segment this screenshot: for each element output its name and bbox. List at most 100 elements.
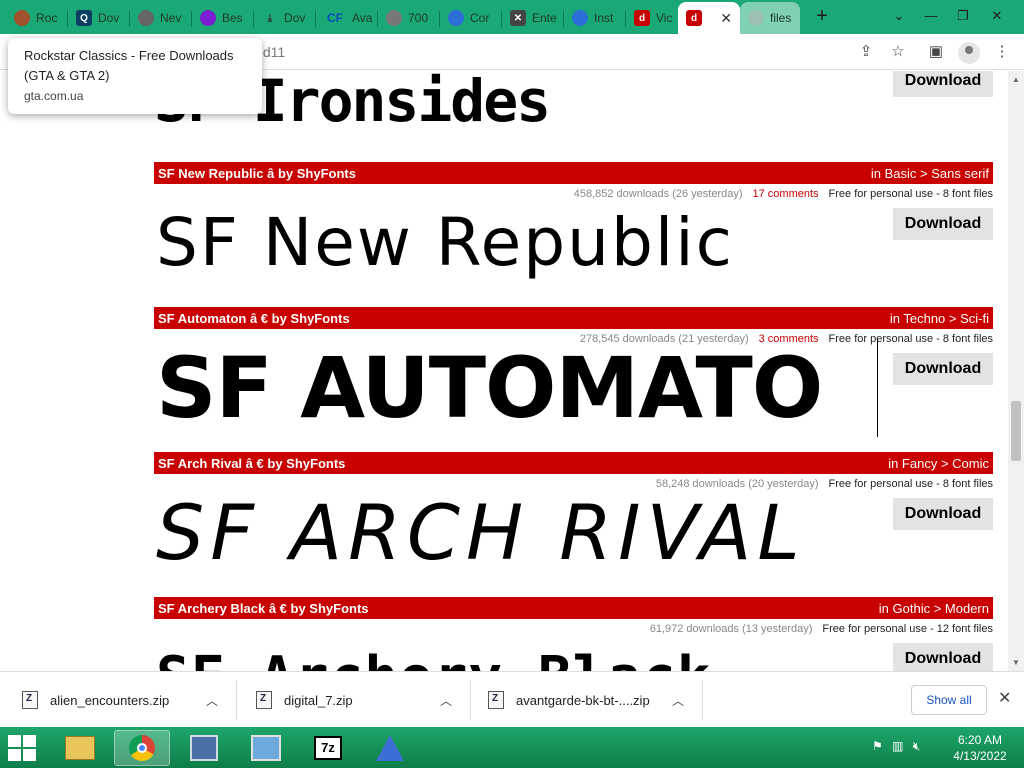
font-header-bar: SF Archery Black â € by ShyFonts in Goth… — [154, 597, 993, 619]
download-filename: avantgarde-bk-bt-....zip — [516, 692, 650, 708]
tab-bes[interactable]: Bes — [192, 2, 254, 34]
scroll-up-icon[interactable]: ▲ — [1012, 75, 1020, 84]
download-filename: digital_7.zip — [284, 692, 353, 708]
download-filename: alien_encounters.zip — [50, 692, 170, 708]
scroll-thumb[interactable] — [1011, 401, 1021, 461]
tab-dov[interactable]: Q Dov — [68, 2, 130, 34]
chrome-taskbar-icon[interactable] — [114, 730, 170, 766]
font-category-link[interactable]: in Techno > Sci-fi — [890, 311, 989, 326]
font-category-link[interactable]: in Fancy > Comic — [888, 456, 989, 471]
font-badges: â € — [245, 455, 264, 471]
tab-inst[interactable]: Inst — [564, 2, 626, 34]
font-author-link[interactable]: by ShyFonts — [272, 311, 350, 326]
download-item[interactable]: digital_7.zip ︿ — [256, 672, 466, 728]
font-header-bar: SF Automaton â € by ShyFonts in Techno >… — [154, 307, 993, 329]
tab-label: Nev — [160, 11, 182, 25]
font-header-bar: SF Arch Rival â € by ShyFonts in Fancy >… — [154, 452, 993, 474]
download-button[interactable]: Download — [893, 353, 993, 385]
7zip-taskbar-icon[interactable]: 7z — [300, 730, 356, 766]
font-name-link[interactable]: SF New Republic — [158, 166, 263, 181]
globe-icon — [386, 10, 402, 26]
loading-icon — [748, 10, 764, 26]
download-icon: ⤓ — [267, 12, 273, 24]
new-tab-button[interactable]: + — [810, 6, 834, 28]
download-button[interactable]: Download — [893, 71, 993, 97]
page-content: SF Ironsides Download SF New Republic â … — [0, 71, 1008, 671]
profile-avatar-icon[interactable] — [958, 42, 980, 64]
tab-label: Ente — [532, 11, 557, 25]
font-meta: 458,852 downloads (26 yesterday) 17 comm… — [154, 184, 993, 204]
chevron-up-icon[interactable]: ︿ — [440, 692, 452, 709]
app-taskbar-icon[interactable] — [362, 730, 418, 766]
minimize-button[interactable]: — — [916, 4, 946, 28]
chevron-up-icon[interactable]: ︿ — [672, 692, 684, 709]
font-name-link[interactable]: SF Archery Black — [158, 601, 265, 616]
close-downloads-bar-icon[interactable]: ✕ — [998, 688, 1011, 708]
network-icon[interactable]: ▥ — [892, 739, 903, 753]
tab-700[interactable]: 700 — [378, 2, 440, 34]
zip-file-icon — [256, 691, 272, 709]
x-box-icon: ✕ — [510, 10, 526, 26]
comments-link[interactable]: 17 comments — [753, 188, 819, 200]
show-all-button[interactable]: Show all — [911, 685, 987, 715]
close-tab-icon[interactable]: ✕ — [720, 10, 732, 27]
search-icon: Q — [76, 10, 92, 26]
font-author-link[interactable]: by ShyFonts — [291, 601, 369, 616]
font-badges: â € — [268, 600, 287, 616]
start-button[interactable] — [6, 733, 38, 763]
font-entry: SF Arch Rival â € by ShyFonts in Fancy >… — [154, 452, 993, 592]
share-icon[interactable]: ⇪ — [856, 42, 876, 62]
tab-ente[interactable]: ✕ Ente — [502, 2, 564, 34]
font-preview[interactable]: SF ARCH RIVAL — [156, 488, 806, 577]
download-item[interactable]: alien_encounters.zip ︿ — [22, 672, 232, 728]
taskbar-clock[interactable]: 6:20 AM 4/13/2022 — [950, 732, 1010, 764]
system-tray: ⚑ ▥ 🔇︎ — [872, 739, 920, 754]
chevron-up-icon[interactable]: ︿ — [206, 692, 218, 709]
tab-cor[interactable]: Cor — [440, 2, 502, 34]
font-preview[interactable]: SF New Republic — [156, 204, 734, 281]
tab-active[interactable]: d ✕ — [678, 2, 740, 34]
bird-icon — [572, 10, 588, 26]
file-explorer-taskbar-icon[interactable] — [52, 730, 108, 766]
volume-icon[interactable]: 🔇︎ — [913, 739, 921, 753]
download-count: 458,852 downloads (26 yesterday) — [573, 188, 743, 200]
control-panel-taskbar-icon[interactable] — [238, 730, 294, 766]
bookmark-star-icon[interactable]: ☆ — [888, 42, 908, 62]
download-count: 61,972 downloads (13 yesterday) — [649, 623, 813, 635]
tab-files[interactable]: files — [740, 2, 800, 34]
download-button[interactable]: Download — [893, 643, 993, 671]
page-scrollbar[interactable]: ▲ ▼ — [1008, 71, 1024, 671]
font-author-link[interactable]: by ShyFonts — [278, 166, 356, 181]
menu-kebab-icon[interactable]: ⋮ — [992, 42, 1012, 62]
network-computer-taskbar-icon[interactable] — [176, 730, 232, 766]
tab-vic[interactable]: d Vic — [626, 2, 678, 34]
font-name-link[interactable]: SF Arch Rival — [158, 456, 242, 471]
tab-search-chevron-icon[interactable]: ⌄ — [884, 4, 914, 28]
tooltip-title: Rockstar Classics - Free Downloads (GTA … — [24, 48, 234, 83]
font-author-link[interactable]: by ShyFonts — [267, 456, 345, 471]
download-button[interactable]: Download — [893, 498, 993, 530]
scroll-down-icon[interactable]: ▼ — [1012, 658, 1020, 667]
tab-nev[interactable]: Nev — [130, 2, 192, 34]
tab-ava[interactable]: CF Ava — [316, 2, 378, 34]
download-item[interactable]: avantgarde-bk-bt-....zip ︿ — [488, 672, 698, 728]
tab-label: 700 — [408, 11, 429, 25]
font-preview[interactable]: SF Archery Black — [156, 645, 711, 671]
font-category-link[interactable]: in Basic > Sans serif — [871, 166, 989, 181]
tab-dov-2[interactable]: ⤓ Dov — [254, 2, 316, 34]
tab-label: Bes — [222, 11, 243, 25]
close-window-button[interactable]: ✕ — [982, 4, 1012, 28]
flag-icon[interactable]: ⚑ — [872, 739, 883, 753]
person-avatar-icon — [14, 10, 30, 26]
font-name-link[interactable]: SF Automaton — [158, 311, 246, 326]
windows-logo-icon — [8, 735, 21, 747]
tab-label: Dov — [98, 11, 120, 25]
side-panel-icon[interactable]: ▣ — [926, 42, 946, 62]
font-preview[interactable]: SF AUTOMATO — [156, 339, 878, 437]
tab-rockstar[interactable]: Roc — [6, 2, 68, 34]
font-category-link[interactable]: in Gothic > Modern — [879, 601, 989, 616]
download-button[interactable]: Download — [893, 208, 993, 240]
font-entry: SF Archery Black â € by ShyFonts in Goth… — [154, 597, 993, 671]
restore-button[interactable]: ❐ — [948, 4, 978, 28]
font-entry-top: SF Ironsides Download — [154, 71, 993, 135]
